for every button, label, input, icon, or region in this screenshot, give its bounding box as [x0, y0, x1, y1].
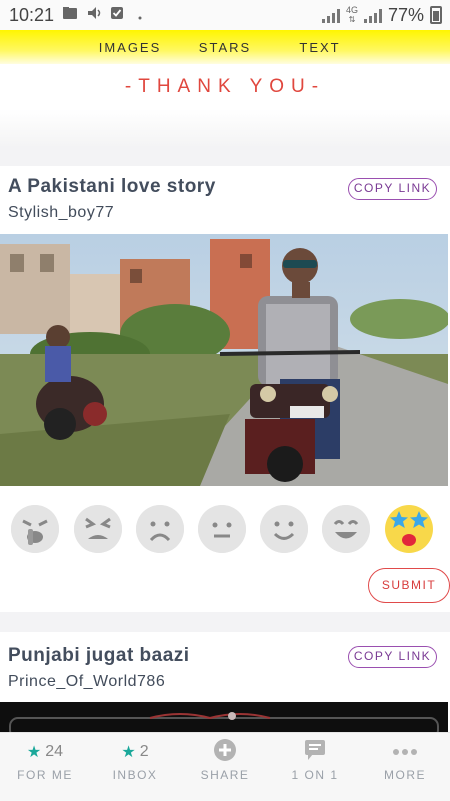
video-player[interactable]	[0, 702, 448, 732]
star-icon: ★	[121, 744, 136, 761]
post-title: Punjabi jugat baazi	[8, 645, 190, 666]
nav-label: INBOX	[112, 768, 158, 782]
copy-link-button[interactable]: COPY LINK	[348, 646, 437, 668]
reaction-row	[0, 505, 450, 557]
smiling-face-icon[interactable]	[260, 505, 308, 553]
squinting-face-icon[interactable]	[74, 505, 122, 553]
nav-label: MORE	[384, 768, 426, 782]
divider	[0, 612, 450, 632]
post-username[interactable]: Prince_Of_World786	[8, 673, 165, 691]
post-title: A Pakistani love story	[8, 176, 216, 197]
nav-label: 1 ON 1	[291, 768, 339, 782]
post-username[interactable]: Stylish_boy77	[8, 204, 114, 222]
nav-label: SHARE	[200, 768, 250, 782]
battery-percent: 77%	[387, 4, 424, 25]
video-player[interactable]	[0, 234, 448, 486]
status-time: 10:21	[9, 4, 55, 25]
nav-1-on-1[interactable]: 1 ON 1	[270, 733, 360, 801]
video-thumbnail	[0, 702, 448, 732]
network-type: 4G ⇅	[345, 5, 358, 25]
nav-more[interactable]: MORE	[360, 733, 450, 801]
chat-bubble-icon	[304, 739, 326, 766]
signal-icon	[321, 7, 340, 23]
nav-count: 24	[45, 743, 64, 760]
dots-icon	[392, 743, 418, 761]
bottom-navigation: ★ 24 FOR ME ★ 2 INBOX SHARE 1 ON 1 MORE	[0, 732, 450, 801]
tab-images[interactable]: IMAGES	[83, 40, 178, 55]
status-bar: 10:21 4G ⇅ 77%	[0, 0, 450, 30]
thank-you-banner: -THANK YOU-	[124, 76, 326, 97]
plus-circle-icon	[214, 738, 236, 766]
neutral-face-icon[interactable]	[198, 505, 246, 553]
nav-label: FOR ME	[17, 768, 73, 782]
divider	[0, 146, 450, 166]
nav-share[interactable]: SHARE	[180, 733, 270, 801]
star-icon: ★	[26, 744, 42, 761]
crying-face-icon[interactable]	[11, 505, 59, 553]
nav-inbox[interactable]: ★ 2 INBOX	[90, 733, 180, 801]
video-thumbnail	[0, 234, 448, 486]
top-tab-bar: IMAGES STARS TEXT	[0, 30, 450, 64]
submit-button[interactable]: SUBMIT	[368, 568, 450, 603]
tab-stars[interactable]: STARS	[178, 40, 273, 55]
tab-text[interactable]: TEXT	[273, 40, 368, 55]
grinning-face-icon[interactable]	[322, 505, 370, 553]
nav-count: 2	[139, 743, 149, 760]
frowning-face-icon[interactable]	[136, 505, 184, 553]
battery-icon	[430, 6, 442, 24]
star-struck-face-icon[interactable]	[385, 505, 433, 553]
checkbox-notification-icon	[110, 5, 124, 25]
signal-icon-2	[363, 7, 382, 23]
volume-icon	[86, 5, 102, 25]
gallery-icon	[62, 5, 78, 25]
nav-for-me[interactable]: ★ 24 FOR ME	[0, 733, 90, 801]
copy-link-button[interactable]: COPY LINK	[348, 178, 437, 200]
dot-icon	[138, 5, 142, 25]
